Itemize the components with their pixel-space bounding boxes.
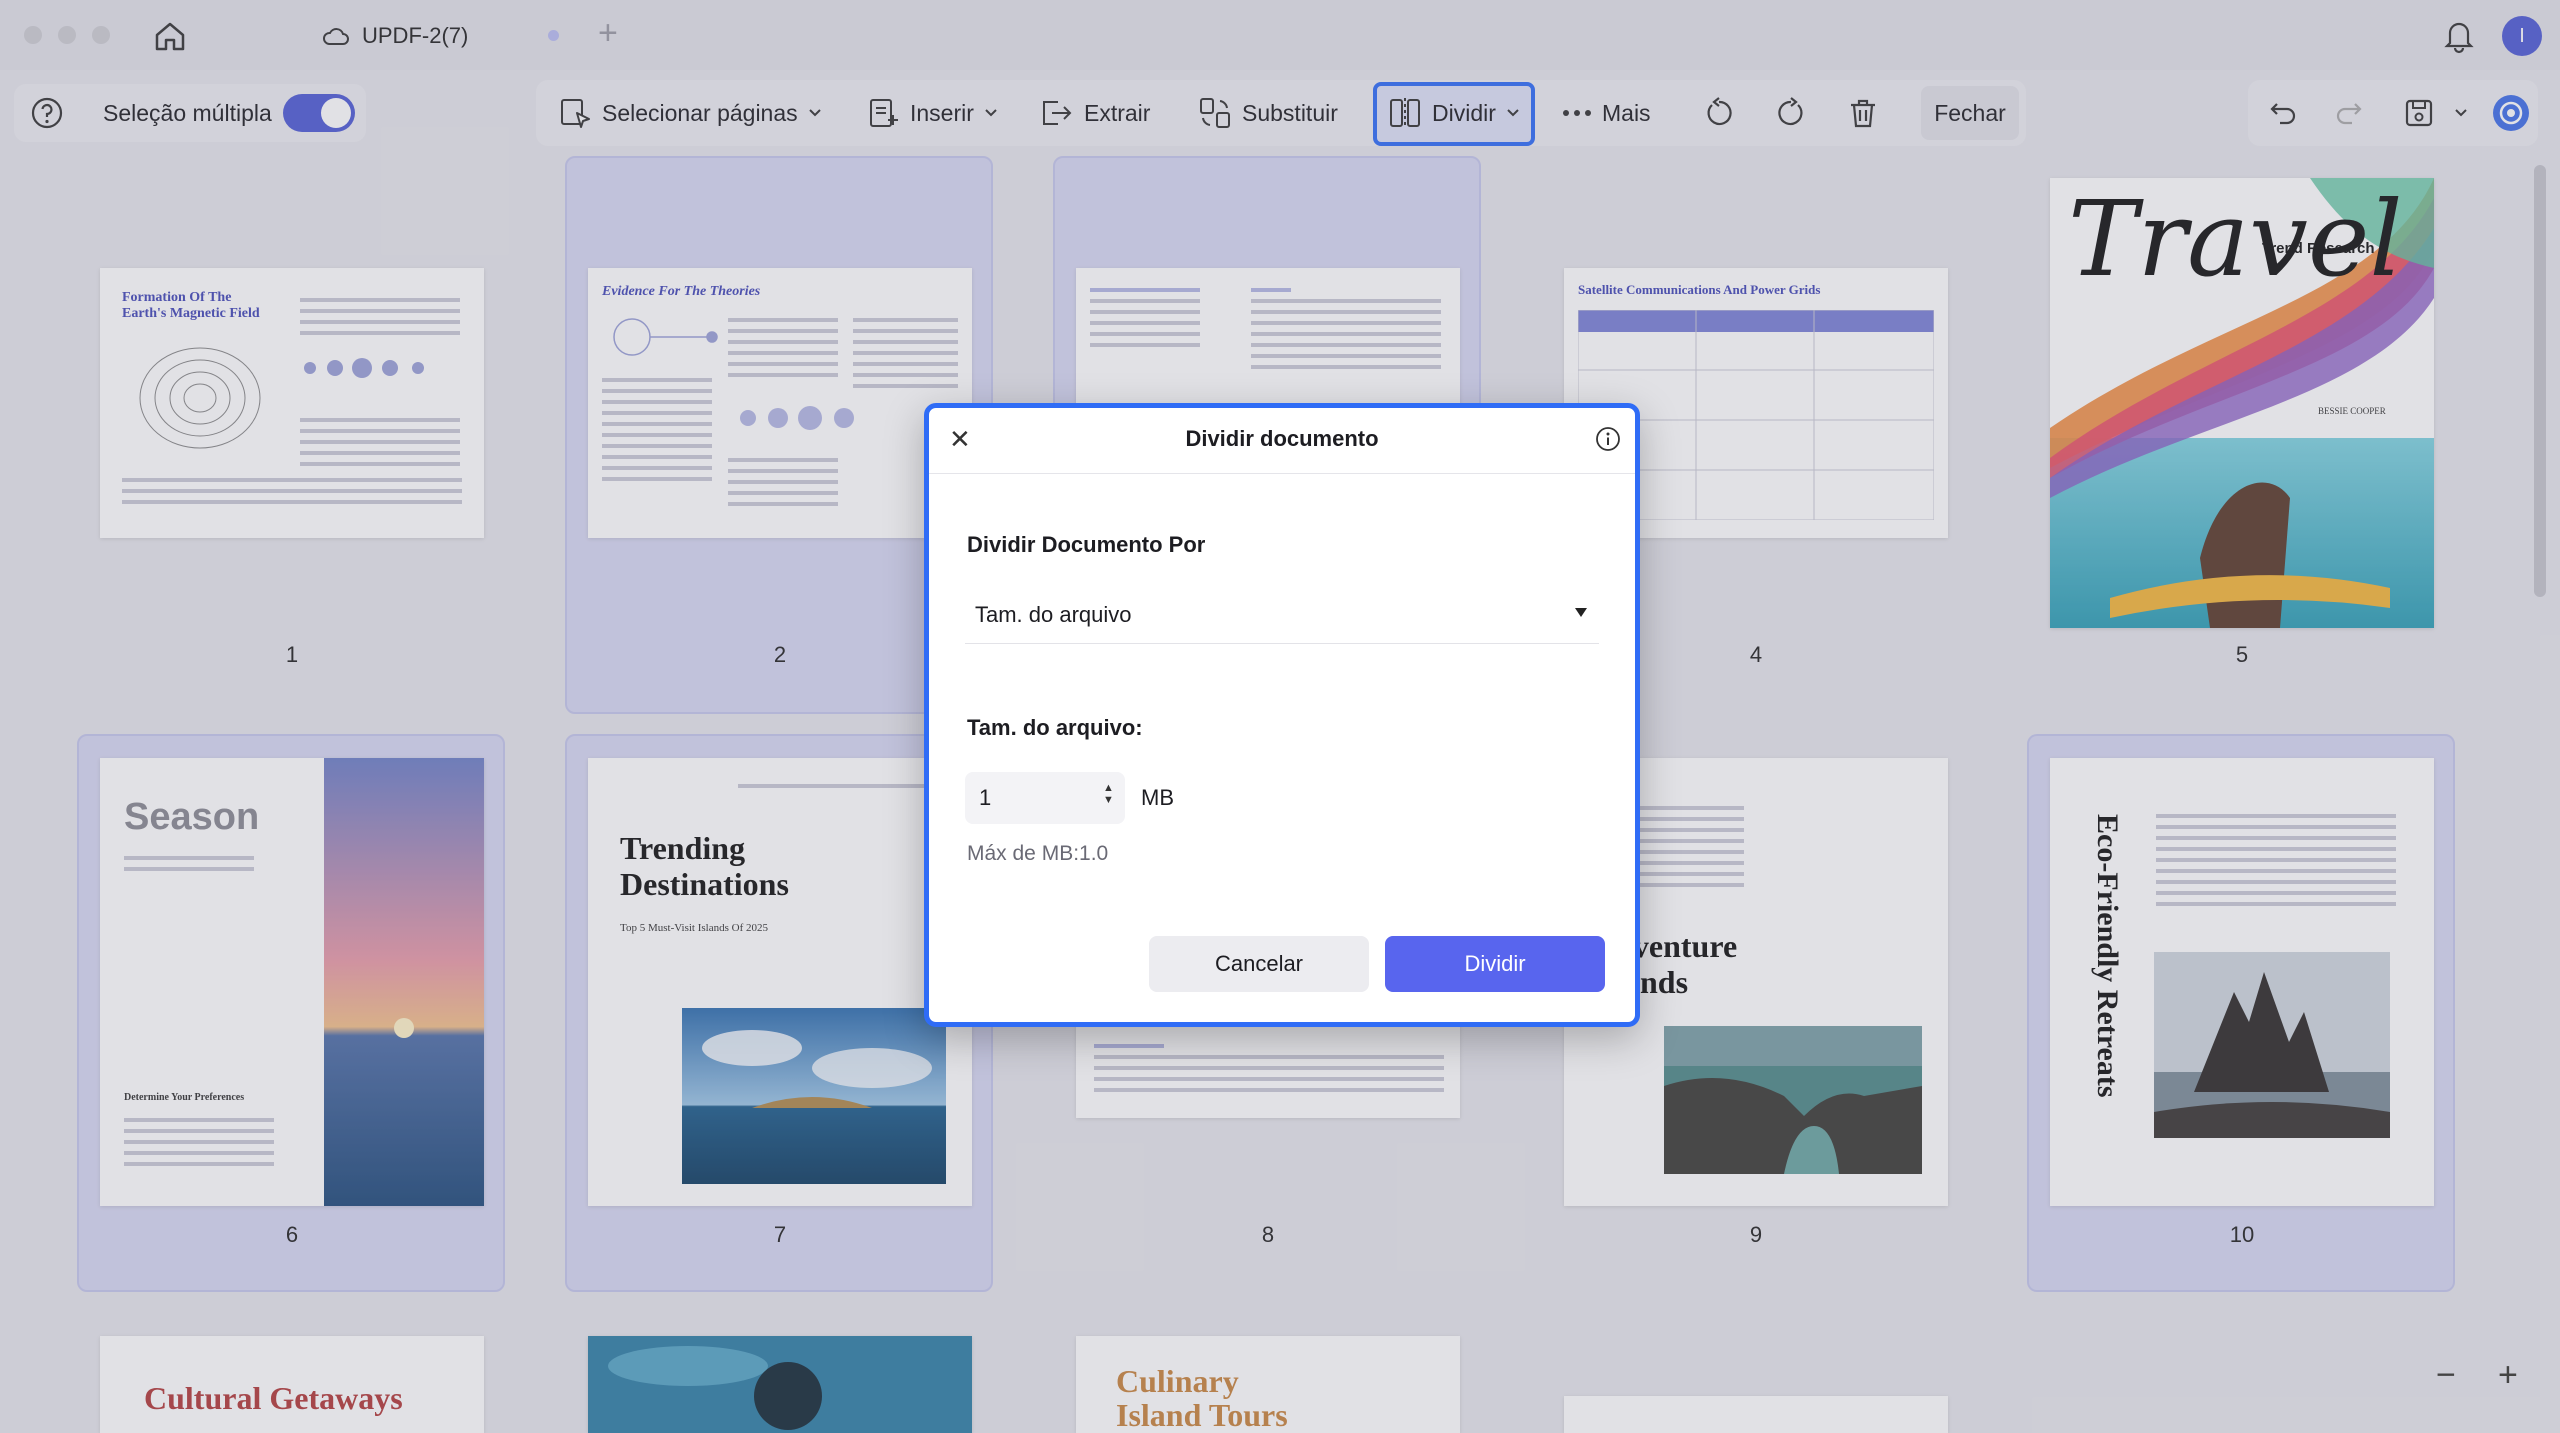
split-by-select[interactable]: Tam. do arquivo (965, 586, 1599, 644)
split-by-value: Tam. do arquivo (975, 601, 1132, 627)
dialog-title: Dividir documento (1185, 426, 1379, 451)
file-size-label: Tam. do arquivo: (967, 715, 1143, 740)
file-size-value: 1 (979, 785, 992, 810)
info-icon[interactable] (1595, 426, 1621, 452)
stepper-arrows-icon[interactable]: ▲ ▼ (1103, 782, 1114, 806)
cancel-button[interactable]: Cancelar (1149, 936, 1369, 992)
split-by-label: Dividir Documento Por (967, 532, 1206, 557)
zoom-in-button[interactable]: + (2498, 1356, 2518, 1395)
max-size-hint: Máx de MB:1.0 (967, 842, 1109, 865)
confirm-split-button[interactable]: Dividir (1385, 936, 1605, 992)
file-size-unit: MB (1141, 785, 1174, 810)
split-document-dialog: ✕ Dividir documento Dividir Documento Po… (924, 403, 1640, 1027)
file-size-input[interactable]: 1 ▲ ▼ (965, 772, 1125, 824)
zoom-out-button[interactable]: − (2436, 1356, 2456, 1395)
dialog-divider (929, 473, 1635, 474)
dropdown-caret-icon (1575, 608, 1587, 617)
